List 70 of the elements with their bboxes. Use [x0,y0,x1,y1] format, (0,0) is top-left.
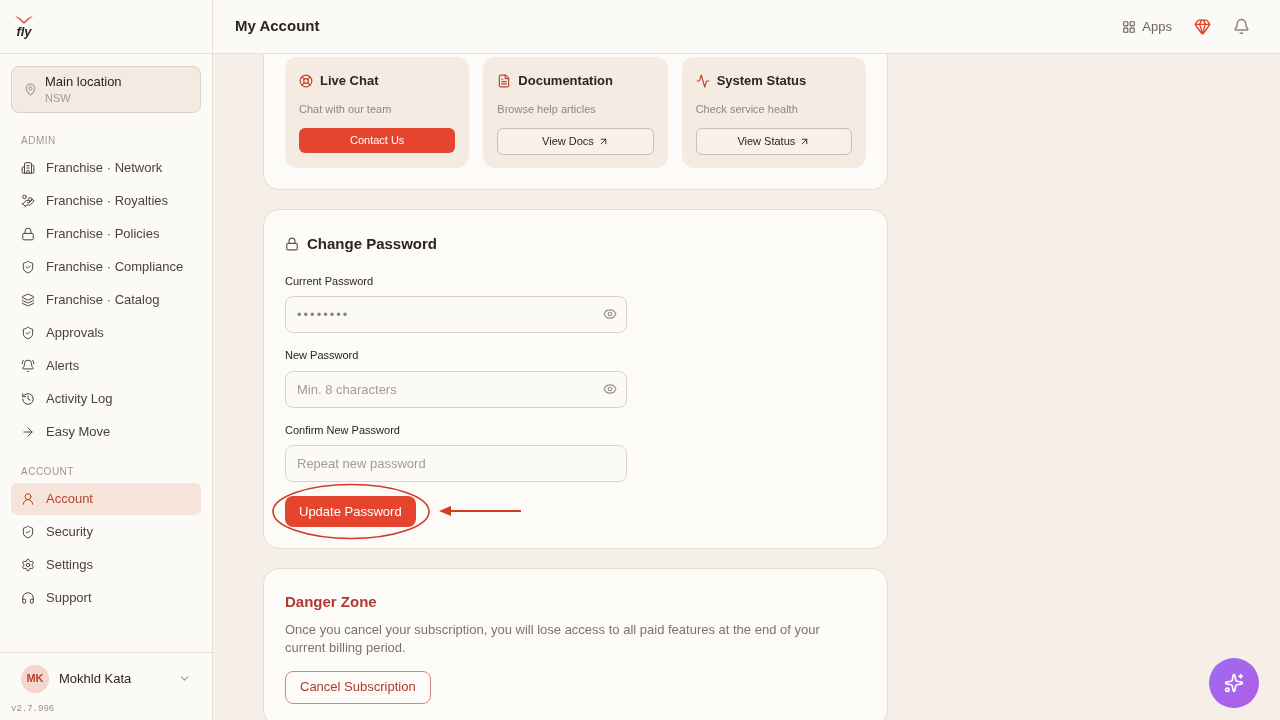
lock-icon [21,227,35,241]
document-icon [497,73,512,88]
settings-icon [21,558,35,572]
pulse-icon [695,73,710,88]
apps-button[interactable]: Apps [1122,16,1172,37]
user-menu[interactable]: MK Mokhld Kata [21,662,191,695]
field-label: Confirm New Password [285,422,401,438]
tile-title: Documentation [518,72,613,90]
version-label: v2.7.996 [11,702,56,716]
cancel-subscription-button[interactable]: Cancel Subscription [285,670,431,704]
tile-title: System Status [716,72,807,90]
nav-item[interactable]: Approvals [11,317,201,349]
nav-item[interactable]: Security [11,516,201,548]
card-title: Change Password [307,234,438,254]
nav-item[interactable]: Franchise · Policies [11,218,201,250]
password-field[interactable]: Repeat new password [285,445,627,482]
tile-subtitle: Browse help articles [497,101,597,117]
contact-button[interactable]: Contact Us [299,128,456,153]
danger-title: Danger Zone [285,592,378,612]
page-title: My Account [235,16,321,37]
nav-item[interactable]: Franchise · Compliance [11,251,201,283]
hand-coins-icon [21,194,35,208]
password-field[interactable]: Min. 8 characters [285,370,627,408]
nav-item[interactable]: Easy Move [11,416,201,448]
logo[interactable]: fly [12,15,36,38]
location-selector[interactable]: Main location NSW [11,66,201,113]
sparkles-icon [1224,673,1244,693]
ai-assistant-button[interactable] [1209,658,1259,708]
nav-item[interactable]: Franchise · Catalog [11,284,201,316]
bell-icon [21,359,35,373]
shield-check-icon [21,260,35,274]
field-label: Current Password [285,273,375,289]
user-name: Mokhld Kata [59,669,133,688]
layers-icon [21,293,35,307]
nav-item[interactable]: Settings [11,549,201,581]
history-icon [21,392,35,406]
avatar: MK [21,664,49,693]
location-name: Main location [45,73,122,90]
map-pin-icon [24,83,37,96]
link-button[interactable]: View Status [695,128,852,155]
danger-description: Once you cancel your subscription, you will lose access to all paid features at the end of your current billing period. [285,620,821,657]
section-heading: ADMIN [20,133,57,148]
bell-icon[interactable] [1233,18,1250,35]
tile-subtitle: Check service health [695,101,799,117]
lifebuoy-icon [299,73,313,88]
location-region: NSW [45,90,72,106]
nav-item[interactable]: Alerts [11,350,201,382]
nav-item[interactable]: Franchise · Royalties [11,185,201,217]
nav-item[interactable]: Support [11,582,201,614]
update-password-button[interactable]: Update Password [285,496,416,527]
eye-icon[interactable] [603,381,617,396]
field-label: New Password [285,348,360,363]
section-heading: ACCOUNT [20,464,75,479]
link-button[interactable]: View Docs [497,128,654,155]
grid-icon [1122,19,1137,34]
user-icon [21,492,35,506]
arrow-right-icon [21,425,35,439]
gem-icon[interactable] [1194,18,1211,35]
lock-icon [285,237,299,252]
nav-item[interactable]: Franchise · Network [11,152,201,184]
tile-title: Live Chat [320,72,379,90]
nav-item[interactable]: Activity Log [11,383,201,415]
bird-icon [14,15,34,25]
building-icon [21,161,35,175]
shield-check-icon [21,525,35,539]
headphones-icon [21,591,35,605]
eye-icon[interactable] [603,307,617,321]
shield-check-icon [21,326,35,340]
tile-subtitle: Chat with our team [299,101,393,117]
nav-item[interactable]: Account [11,483,201,515]
